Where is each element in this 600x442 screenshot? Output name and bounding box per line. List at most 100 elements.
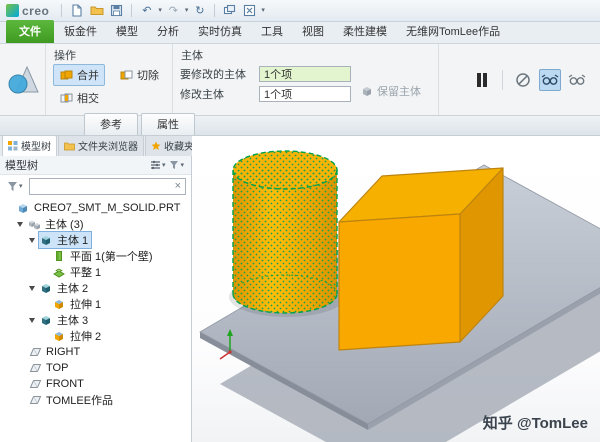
tree-item-label: FRONT	[46, 378, 84, 390]
redo-button[interactable]: ↷	[165, 2, 182, 19]
model-tree-tab[interactable]: 模型树	[2, 135, 57, 156]
save-button[interactable]	[108, 2, 125, 19]
cube-solid[interactable]	[338, 167, 504, 351]
tree-row[interactable]: TOMLEE作品	[0, 392, 191, 408]
intersect-button[interactable]: 相交	[53, 87, 105, 109]
bodies-icon	[28, 218, 42, 230]
menu-tab[interactable]: 钣金件	[55, 20, 106, 43]
tree-row[interactable]: 拉伸 2	[0, 328, 191, 344]
tree-row[interactable]: FRONT	[0, 376, 191, 392]
tree-item[interactable]: CREO7_SMT_M_SOLID.PRT	[15, 201, 185, 215]
search-filter-button[interactable]: ▾	[5, 180, 25, 193]
tree-row[interactable]: 主体 (3)	[0, 216, 191, 232]
properties-panel-tab[interactable]: 属性	[141, 113, 195, 135]
references-panel-tab[interactable]: 参考	[84, 113, 138, 135]
pause-button[interactable]	[471, 69, 493, 91]
tree-row[interactable]: TOP	[0, 360, 191, 376]
tree-row[interactable]: 主体 3	[0, 312, 191, 328]
menu-tab[interactable]: 分析	[148, 20, 188, 43]
menu-tab[interactable]: 模型	[107, 20, 147, 43]
file-menu-button[interactable]: 文件	[6, 20, 54, 43]
undo-menu-caret[interactable]: ▾	[158, 7, 162, 14]
tree-item-label: 主体 (3)	[45, 219, 84, 231]
tree-item[interactable]: 拉伸 2	[51, 327, 105, 345]
tree-row[interactable]: 平整 1	[0, 264, 191, 280]
merge-tool-icon	[8, 65, 39, 93]
close-window-button[interactable]	[241, 2, 258, 19]
datum-icon	[29, 346, 43, 358]
cut-button-label: 切除	[137, 69, 159, 82]
tree-row[interactable]: 拉伸 1	[0, 296, 191, 312]
model-tree-title: 模型树	[5, 160, 38, 172]
navigator-tabs: 模型树 文件夹浏览器 收藏夹	[0, 135, 200, 156]
search-box: ×	[28, 177, 186, 195]
pause-icon	[477, 72, 487, 87]
tree-item-label: 主体 3	[57, 315, 89, 327]
merge-button-label: 合并	[77, 69, 99, 82]
menu-tab[interactable]: 柔性建模	[334, 20, 396, 43]
merge-button[interactable]: 合并	[53, 63, 105, 86]
favorites-tab-label: 收藏夹	[164, 142, 194, 153]
verify-button[interactable]	[566, 69, 588, 91]
tree-item[interactable]: TOP	[27, 361, 72, 375]
datum-icon	[29, 378, 43, 390]
tree-columns-icon	[150, 160, 160, 170]
tree-search-input[interactable]	[31, 180, 173, 192]
menu-tab[interactable]: 无维网TomLee作品	[397, 20, 509, 43]
3d-viewport[interactable]: 知乎 @TomLee	[192, 136, 600, 442]
open-file-button[interactable]	[88, 2, 105, 19]
bodies-to-modify-field[interactable]: 1个项	[259, 66, 351, 82]
extrude-icon	[53, 330, 67, 342]
favorites-icon	[151, 141, 161, 150]
regenerate-button[interactable]: ↻	[191, 2, 208, 19]
no-preview-icon	[516, 72, 530, 87]
save-icon	[111, 4, 123, 17]
tree-item[interactable]: RIGHT	[27, 345, 84, 359]
dynamic-preview-button[interactable]	[539, 68, 561, 91]
undo-button[interactable]: ↶	[138, 2, 155, 19]
navigator-panel: 模型树 文件夹浏览器 收藏夹 模型树 ▾ ▾ ▾ × CREO7_SMT_M_S…	[0, 135, 200, 442]
tree-row[interactable]: CREO7_SMT_M_SOLID.PRT	[0, 200, 191, 216]
tree-item[interactable]: FRONT	[27, 377, 88, 391]
tree-item[interactable]: TOMLEE作品	[27, 391, 117, 409]
tree-row[interactable]: 主体 2	[0, 280, 191, 296]
expand-arrow-icon[interactable]	[29, 237, 35, 243]
folder-browser-tab[interactable]: 文件夹浏览器	[58, 135, 144, 156]
menu-tab[interactable]: 实时仿真	[189, 20, 251, 43]
expand-arrow-icon[interactable]	[29, 317, 35, 323]
tree-item-label: TOP	[46, 362, 69, 374]
tree-item-label: 平面 1(第一个壁)	[70, 251, 153, 263]
part-icon	[17, 202, 31, 214]
windows-button[interactable]	[221, 2, 238, 19]
redo-menu-caret[interactable]: ▾	[185, 7, 189, 14]
keep-body-toggle[interactable]: 保留主体	[351, 83, 431, 99]
tree-row[interactable]: RIGHT	[0, 344, 191, 360]
windows-icon	[224, 4, 236, 15]
expand-arrow-icon[interactable]	[29, 285, 35, 291]
new-file-button[interactable]	[68, 2, 85, 19]
tree-columns-menu-button[interactable]: ▾	[148, 159, 168, 171]
chevron-down-icon: ▾	[180, 161, 184, 169]
app-title: creo	[22, 3, 50, 18]
model-tree: CREO7_SMT_M_SOLID.PRT 主体 (3) 主体 1 平面 1(第一个壁…	[0, 197, 191, 442]
menu-tab[interactable]: 工具	[252, 20, 292, 43]
3d-scene	[199, 150, 600, 442]
tree-row[interactable]: 主体 1	[0, 231, 191, 249]
tree-item-label: 主体 1	[57, 235, 89, 247]
expand-arrow-icon[interactable]	[17, 221, 23, 227]
tree-filters-menu-button[interactable]: ▾	[167, 159, 186, 171]
bodies-to-modify-label: 要修改的主体	[180, 69, 246, 81]
tree-row[interactable]: 平面 1(第一个壁)	[0, 248, 191, 264]
divider	[214, 4, 216, 17]
modified-body-field[interactable]: 1个项	[259, 86, 351, 102]
quick-access-caret[interactable]: ▾	[261, 7, 265, 14]
watermark: 知乎 @TomLee	[482, 415, 588, 432]
no-preview-button[interactable]	[512, 69, 534, 91]
cut-button[interactable]: 切除	[113, 64, 165, 86]
clear-search-button[interactable]: ×	[173, 180, 183, 192]
menu-tab[interactable]: 视图	[293, 20, 333, 43]
tree-item-label: 拉伸 2	[70, 331, 102, 343]
dashboard-tab-strip: 参考 属性	[0, 113, 600, 136]
cylinder-solid[interactable]	[232, 150, 338, 314]
operations-group-title: 操作	[54, 50, 76, 62]
